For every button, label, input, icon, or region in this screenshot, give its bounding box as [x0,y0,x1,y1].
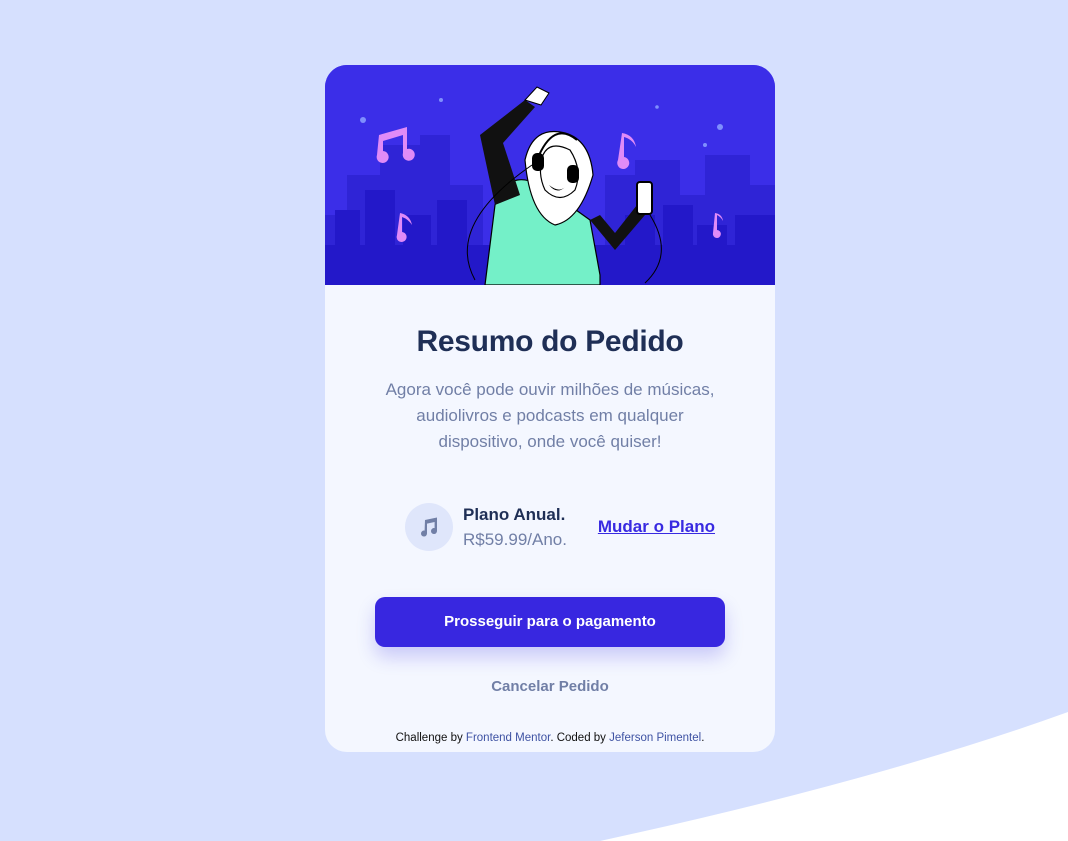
attribution-suffix: . [701,732,705,744]
plan-summary: Plano Anual. R$59.99/Ano. Mudar o Plano [405,502,715,554]
frontend-mentor-link[interactable]: Frontend Mentor [466,732,550,744]
page-title: Resumo do Pedido [416,325,684,358]
attribution-middle: . Coded by [550,732,610,744]
summary-description: Agora você pode ouvir milhões de músicas… [385,380,715,451]
music-illustration [325,65,775,285]
hero-illustration [325,65,775,285]
order-summary-card: Resumo do Pedido Agora você pode ouvir m… [325,65,775,752]
music-note-icon [405,503,453,551]
attribution: Challenge by Frontend Mentor. Coded by J… [325,732,775,744]
change-plan-link[interactable]: Mudar o Plano [598,517,715,537]
music-note-icon-glyph [421,517,438,537]
plan-price: R$59.99/Ano. [463,530,567,549]
plan-name: Plano Anual. [463,505,566,524]
author-link[interactable]: Jeferson Pimentel [609,732,701,744]
cancel-order-button[interactable]: Cancelar Pedido [325,678,775,695]
proceed-to-payment-button[interactable]: Prosseguir para o pagamento [375,597,725,647]
attribution-prefix: Challenge by [395,732,466,744]
